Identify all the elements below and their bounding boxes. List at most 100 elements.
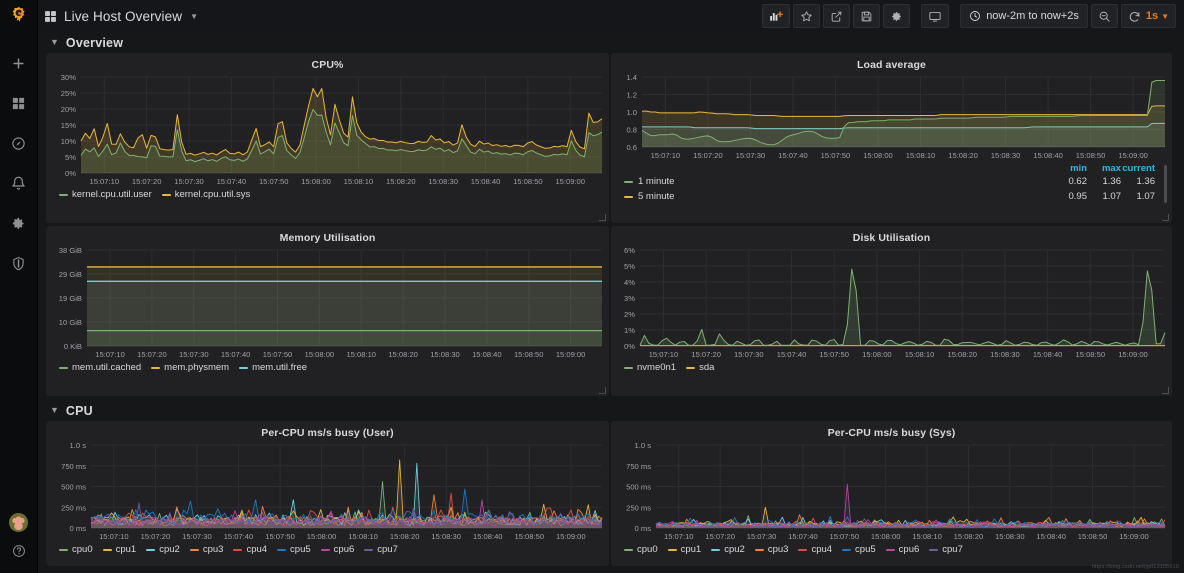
legend-scrollbar[interactable]: [1164, 165, 1167, 203]
svg-text:15:07:40: 15:07:40: [224, 532, 254, 541]
svg-text:15:08:30: 15:08:30: [995, 532, 1025, 541]
graph-percpu-sys[interactable]: 0 ms250 ms500 ms750 ms1.0 s15:07:1015:07…: [612, 439, 1171, 544]
chevron-down-icon[interactable]: ▼: [190, 12, 198, 21]
legend-item[interactable]: sda: [686, 362, 714, 373]
page-title: Live Host Overview: [64, 9, 182, 24]
legend-color-swatch: [886, 549, 895, 551]
legend-series-name[interactable]: 1 minute: [612, 176, 1053, 187]
svg-text:15:08:20: 15:08:20: [954, 532, 984, 541]
panel-cpu-percent[interactable]: CPU% 0%5%10%15%20%25%30%15:07:1015:07:20…: [46, 53, 609, 223]
sidebar-item-configuration[interactable]: [0, 208, 38, 238]
legend-item[interactable]: cpu2: [711, 544, 745, 555]
legend-item[interactable]: cpu1: [668, 544, 702, 555]
help-icon[interactable]: [0, 541, 38, 561]
graph-percpu-user[interactable]: 0 ms250 ms500 ms750 ms1.0 s15:07:1015:07…: [47, 439, 608, 544]
legend-color-swatch: [59, 549, 68, 551]
panel-resize-handle[interactable]: [1162, 214, 1169, 221]
legend-item[interactable]: cpu0: [624, 544, 658, 555]
dashboard-title-group[interactable]: Live Host Overview ▼: [44, 9, 198, 24]
legend-item[interactable]: kernel.cpu.util.sys: [162, 189, 251, 200]
panel-title: CPU%: [47, 54, 608, 71]
legend-item[interactable]: cpu1: [103, 544, 137, 555]
panel-percpu-sys[interactable]: Per-CPU ms/s busy (Sys) 0 ms250 ms500 ms…: [611, 421, 1172, 566]
legend-cpu-percent: kernel.cpu.util.user kernel.cpu.util.sys: [47, 189, 608, 200]
dashboard-settings-button[interactable]: [883, 4, 910, 28]
graph-cpu-percent[interactable]: 0%5%10%15%20%25%30%15:07:1015:07:2015:07…: [47, 71, 608, 189]
star-button[interactable]: [793, 4, 820, 28]
legend-color-swatch: [624, 367, 633, 369]
legend-item[interactable]: kernel.cpu.util.user: [59, 189, 152, 200]
sidebar-item-server-admin[interactable]: [0, 248, 38, 278]
panel-resize-handle[interactable]: [1162, 387, 1169, 394]
legend-column-header[interactable]: current: [1121, 163, 1155, 174]
time-range-picker[interactable]: now-2m to now+2s: [960, 4, 1088, 28]
save-button[interactable]: [853, 4, 880, 28]
svg-text:15:07:50: 15:07:50: [819, 350, 849, 359]
legend-table-row: 1 minute0.621.361.36: [612, 174, 1171, 189]
legend-item[interactable]: cpu3: [190, 544, 224, 555]
legend-label: cpu7: [942, 544, 963, 555]
legend-item[interactable]: cpu7: [929, 544, 963, 555]
legend-item[interactable]: cpu5: [277, 544, 311, 555]
svg-text:15:08:30: 15:08:30: [990, 350, 1020, 359]
legend-item[interactable]: cpu6: [321, 544, 355, 555]
panel-percpu-user[interactable]: Per-CPU ms/s busy (User) 0 ms250 ms500 m…: [46, 421, 609, 566]
svg-text:15:08:20: 15:08:20: [386, 177, 416, 186]
svg-text:15:08:30: 15:08:30: [428, 177, 458, 186]
legend-label: cpu5: [855, 544, 876, 555]
legend-color-swatch: [929, 549, 938, 551]
legend-label: kernel.cpu.util.user: [72, 189, 152, 200]
legend-item[interactable]: cpu6: [886, 544, 920, 555]
add-panel-button[interactable]: [762, 4, 790, 28]
share-button[interactable]: [823, 4, 850, 28]
legend-item[interactable]: cpu4: [233, 544, 267, 555]
legend-color-swatch: [364, 549, 373, 551]
main-content: Live Host Overview ▼: [38, 0, 1184, 573]
panel-resize-handle[interactable]: [599, 387, 606, 394]
legend-item[interactable]: cpu2: [146, 544, 180, 555]
svg-text:15:07:50: 15:07:50: [259, 177, 289, 186]
panel-resize-handle[interactable]: [599, 214, 606, 221]
legend-item[interactable]: mem.physmem: [151, 362, 229, 373]
svg-text:15:07:20: 15:07:20: [141, 532, 171, 541]
panel-load-average[interactable]: Load average 0.60.81.01.21.415:07:1015:0…: [611, 53, 1172, 223]
legend-color-swatch: [842, 549, 851, 551]
sidebar-item-explore[interactable]: [0, 128, 38, 158]
sidebar-item-create[interactable]: [0, 48, 38, 78]
legend-item[interactable]: cpu5: [842, 544, 876, 555]
legend-item[interactable]: cpu7: [364, 544, 398, 555]
zoom-out-button[interactable]: [1091, 4, 1118, 28]
legend-item[interactable]: mem.util.cached: [59, 362, 141, 373]
legend-item[interactable]: cpu4: [798, 544, 832, 555]
legend-column-header[interactable]: min: [1053, 163, 1087, 174]
graph-memory-utilisation[interactable]: 0 KiB10 GiB19 GiB29 GiB38 GiB15:07:1015:…: [47, 244, 608, 362]
svg-text:15:08:00: 15:08:00: [301, 177, 331, 186]
svg-text:15:08:20: 15:08:20: [947, 350, 977, 359]
svg-text:15:08:40: 15:08:40: [472, 350, 502, 359]
legend-label: cpu5: [290, 544, 311, 555]
grafana-logo[interactable]: [0, 0, 38, 32]
svg-text:15:07:30: 15:07:30: [736, 151, 766, 160]
legend-value-max: 1.36: [1087, 176, 1121, 187]
row-header-overview[interactable]: ▼ Overview: [38, 32, 1184, 53]
legend-column-header[interactable]: max: [1087, 163, 1121, 174]
panel-disk-utilisation[interactable]: Disk Utilisation 0%1%2%3%4%5%6%15:07:101…: [611, 226, 1172, 396]
avatar[interactable]: [9, 513, 28, 532]
row-header-cpu[interactable]: ▼ CPU: [38, 400, 1184, 421]
panel-memory-utilisation[interactable]: Memory Utilisation 0 KiB10 GiB19 GiB29 G…: [46, 226, 609, 396]
sidebar-item-dashboards[interactable]: [0, 88, 38, 118]
panel-title: Per-CPU ms/s busy (Sys): [612, 422, 1171, 439]
refresh-picker[interactable]: 1s ▼: [1121, 4, 1176, 28]
legend-item[interactable]: cpu0: [59, 544, 93, 555]
svg-text:15:07:10: 15:07:10: [651, 151, 681, 160]
graph-load-average[interactable]: 0.60.81.01.21.415:07:1015:07:2015:07:301…: [612, 71, 1171, 163]
tv-mode-button[interactable]: [921, 4, 949, 28]
graph-disk-utilisation[interactable]: 0%1%2%3%4%5%6%15:07:1015:07:2015:07:3015…: [612, 244, 1171, 362]
legend-item[interactable]: mem.util.free: [239, 362, 307, 373]
legend-item[interactable]: nvme0n1: [624, 362, 676, 373]
sidebar: [0, 0, 38, 573]
legend-series-name[interactable]: 5 minute: [612, 191, 1053, 202]
legend-color-swatch: [190, 549, 199, 551]
legend-item[interactable]: cpu3: [755, 544, 789, 555]
sidebar-item-alerting[interactable]: [0, 168, 38, 198]
